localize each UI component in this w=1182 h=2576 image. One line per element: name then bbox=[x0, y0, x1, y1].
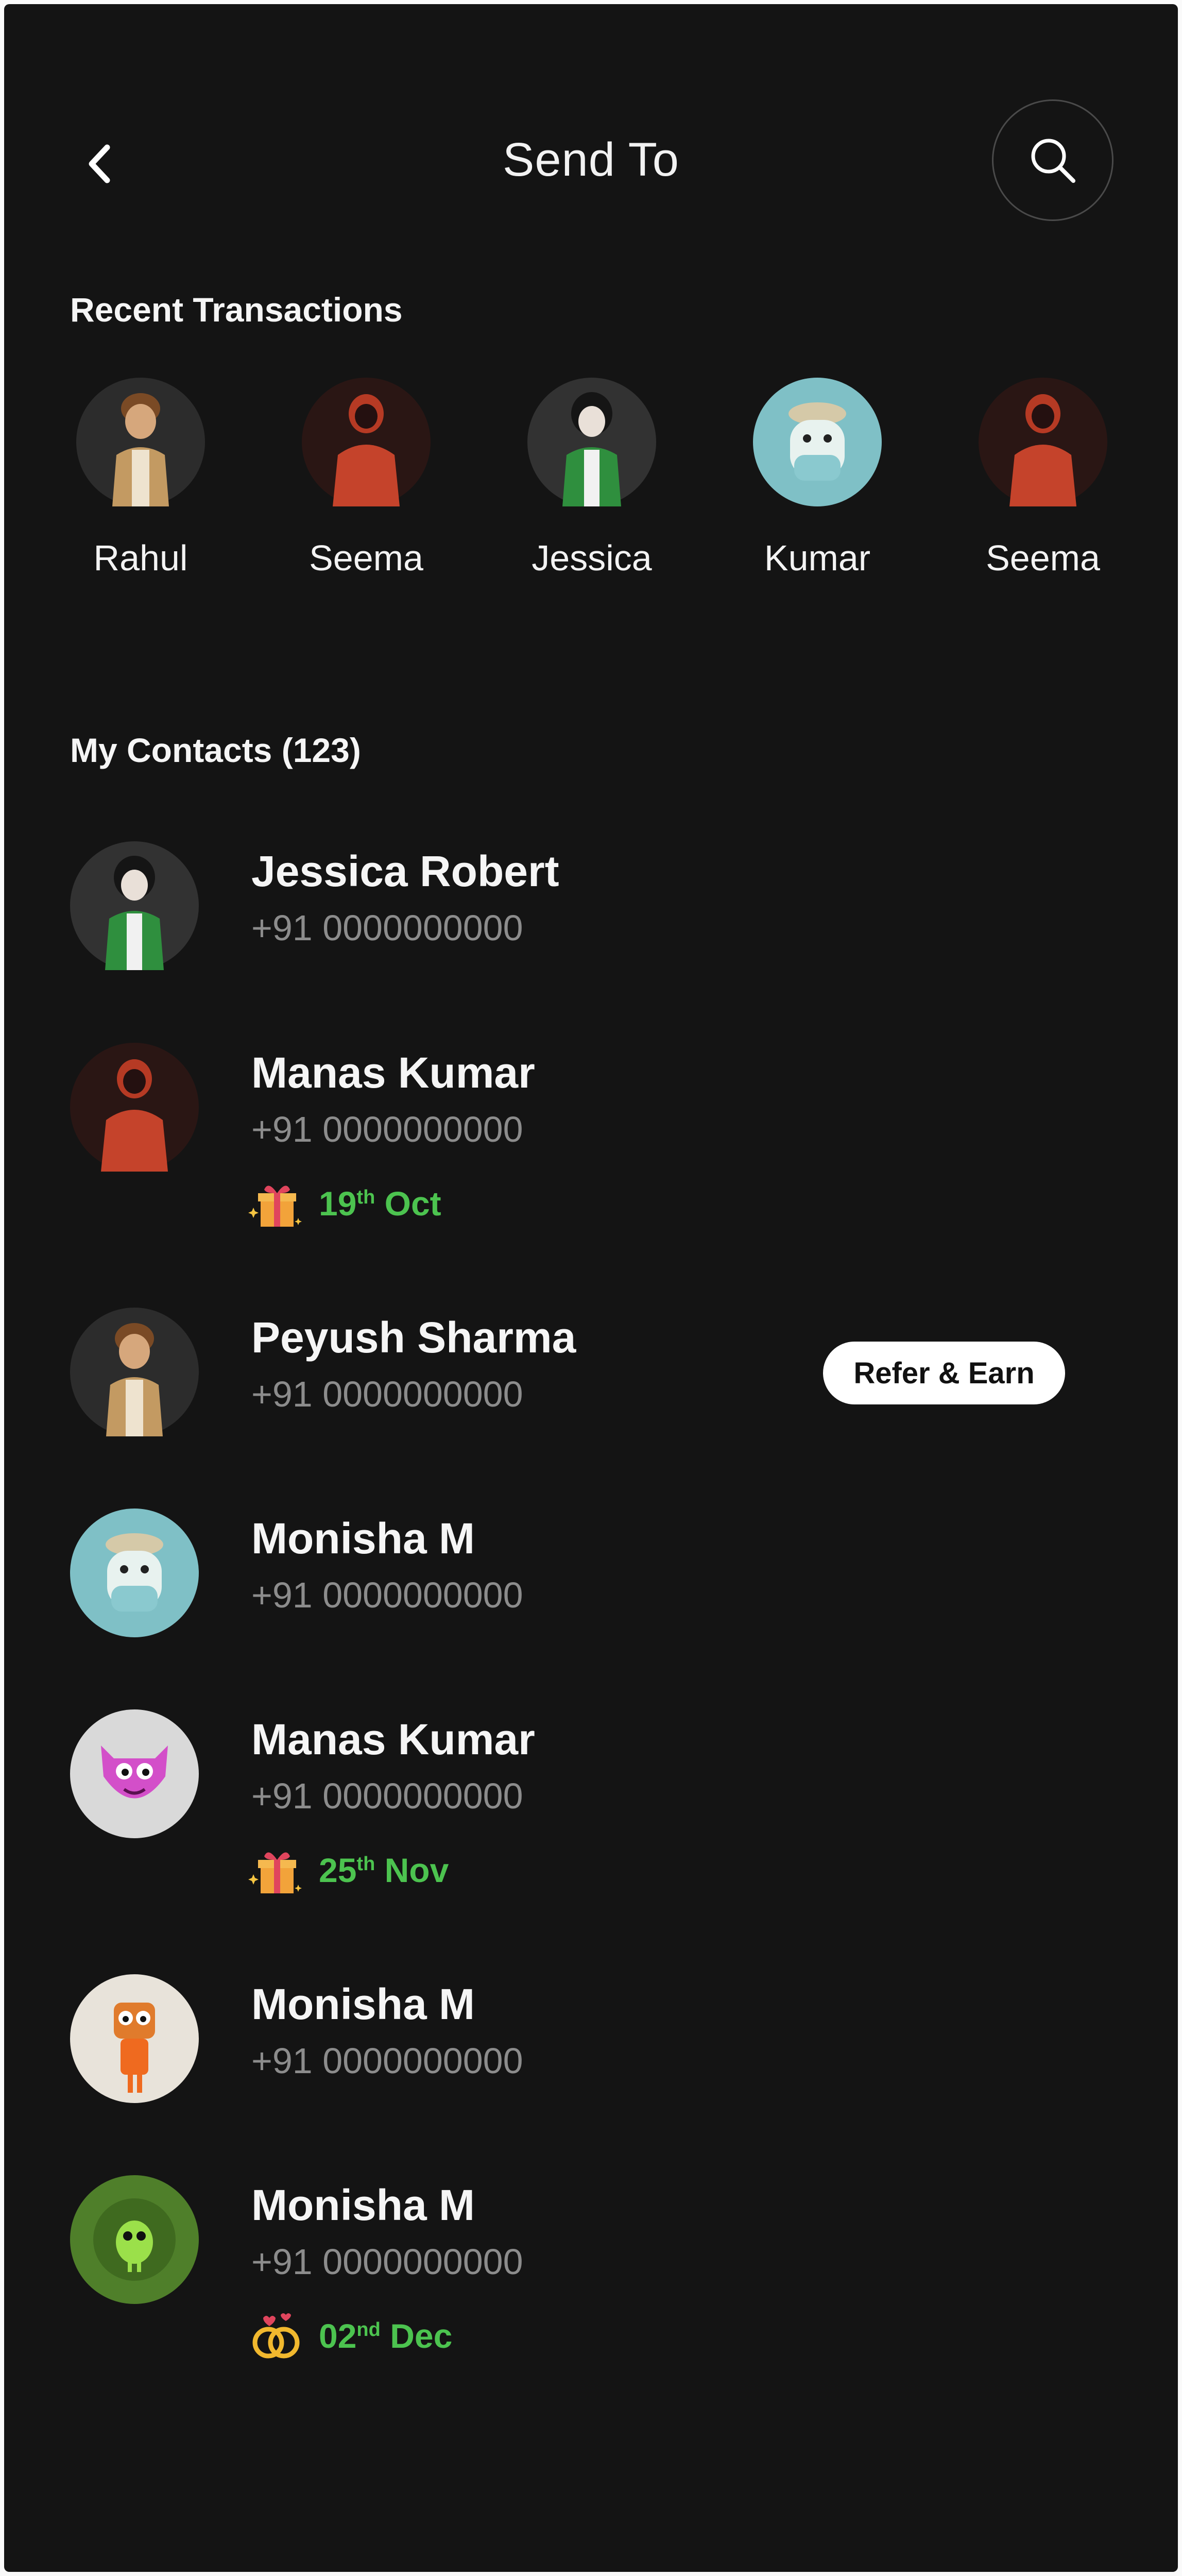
event-day-suffix: th bbox=[356, 1187, 375, 1208]
contact-phone: +91 0000000000 bbox=[251, 1575, 523, 1615]
avatar bbox=[70, 1974, 199, 2103]
event-month: Dec bbox=[390, 2317, 453, 2355]
contact-phone: +91 0000000000 bbox=[251, 2242, 523, 2282]
contact-name: Monisha M bbox=[251, 1514, 475, 1563]
recent-contact-name: Kumar bbox=[764, 538, 871, 578]
contact-name: Manas Kumar bbox=[251, 1715, 535, 1764]
contact-name: Jessica Robert bbox=[251, 847, 559, 895]
contact-name: Monisha M bbox=[251, 1980, 475, 2028]
recent-contact-name: Seema bbox=[309, 538, 423, 578]
event-month: Nov bbox=[384, 1851, 449, 1889]
event-day: 19 bbox=[319, 1184, 357, 1223]
search-icon bbox=[1031, 139, 1075, 183]
search-button[interactable] bbox=[992, 99, 1114, 221]
avatar bbox=[70, 1043, 199, 1172]
recent-contact-name: Jessica bbox=[532, 538, 652, 578]
birthday-event: 25th Nov bbox=[248, 1844, 449, 1896]
recent-contact-name: Seema bbox=[986, 538, 1100, 578]
event-day: 02 bbox=[319, 2317, 357, 2355]
recent-contact[interactable]: Seema bbox=[289, 378, 443, 579]
anniversary-event: 02nd Dec bbox=[248, 2310, 452, 2362]
contact-name: Manas Kumar bbox=[251, 1048, 535, 1097]
gift-icon bbox=[248, 1185, 302, 1227]
avatar bbox=[70, 841, 199, 970]
recent-contact[interactable]: Seema bbox=[966, 378, 1120, 579]
my-contacts-title: My Contacts (123) bbox=[70, 731, 361, 769]
event-month: Oct bbox=[384, 1184, 441, 1223]
avatar bbox=[70, 1709, 199, 1838]
rings-icon bbox=[252, 2313, 300, 2359]
avatar bbox=[76, 378, 205, 506]
recent-contact[interactable]: Kumar bbox=[740, 378, 895, 579]
contact-name: Monisha M bbox=[251, 2181, 475, 2229]
recent-transactions-title: Recent Transactions bbox=[70, 291, 403, 329]
recent-contact[interactable]: Jessica bbox=[515, 378, 669, 579]
contact-phone: +91 0000000000 bbox=[251, 908, 523, 948]
event-day-suffix: nd bbox=[356, 2319, 381, 2341]
birthday-event: 19th Oct bbox=[248, 1178, 441, 1229]
recent-contact-name: Rahul bbox=[93, 538, 188, 578]
contact-phone: +91 0000000000 bbox=[251, 1109, 523, 1149]
refer-earn-button[interactable]: Refer & Earn bbox=[823, 1342, 1065, 1404]
contact-phone: +91 0000000000 bbox=[251, 2041, 523, 2081]
event-day: 25 bbox=[319, 1851, 357, 1889]
avatar bbox=[70, 2175, 199, 2304]
avatar bbox=[527, 378, 656, 506]
recent-contact[interactable]: Rahul bbox=[63, 378, 218, 579]
avatar bbox=[70, 1308, 199, 1436]
contact-name: Peyush Sharma bbox=[251, 1313, 576, 1362]
contact-phone: +91 0000000000 bbox=[251, 1776, 523, 1816]
avatar bbox=[302, 378, 431, 506]
send-to-screen: Send To Recent Transactions Rahul Seema … bbox=[4, 4, 1178, 2572]
contact-phone: +91 0000000000 bbox=[251, 1374, 523, 1414]
avatar bbox=[753, 378, 882, 506]
avatar bbox=[979, 378, 1107, 506]
gift-icon bbox=[248, 1852, 302, 1893]
avatar bbox=[70, 1509, 199, 1637]
event-day-suffix: th bbox=[356, 1853, 375, 1875]
